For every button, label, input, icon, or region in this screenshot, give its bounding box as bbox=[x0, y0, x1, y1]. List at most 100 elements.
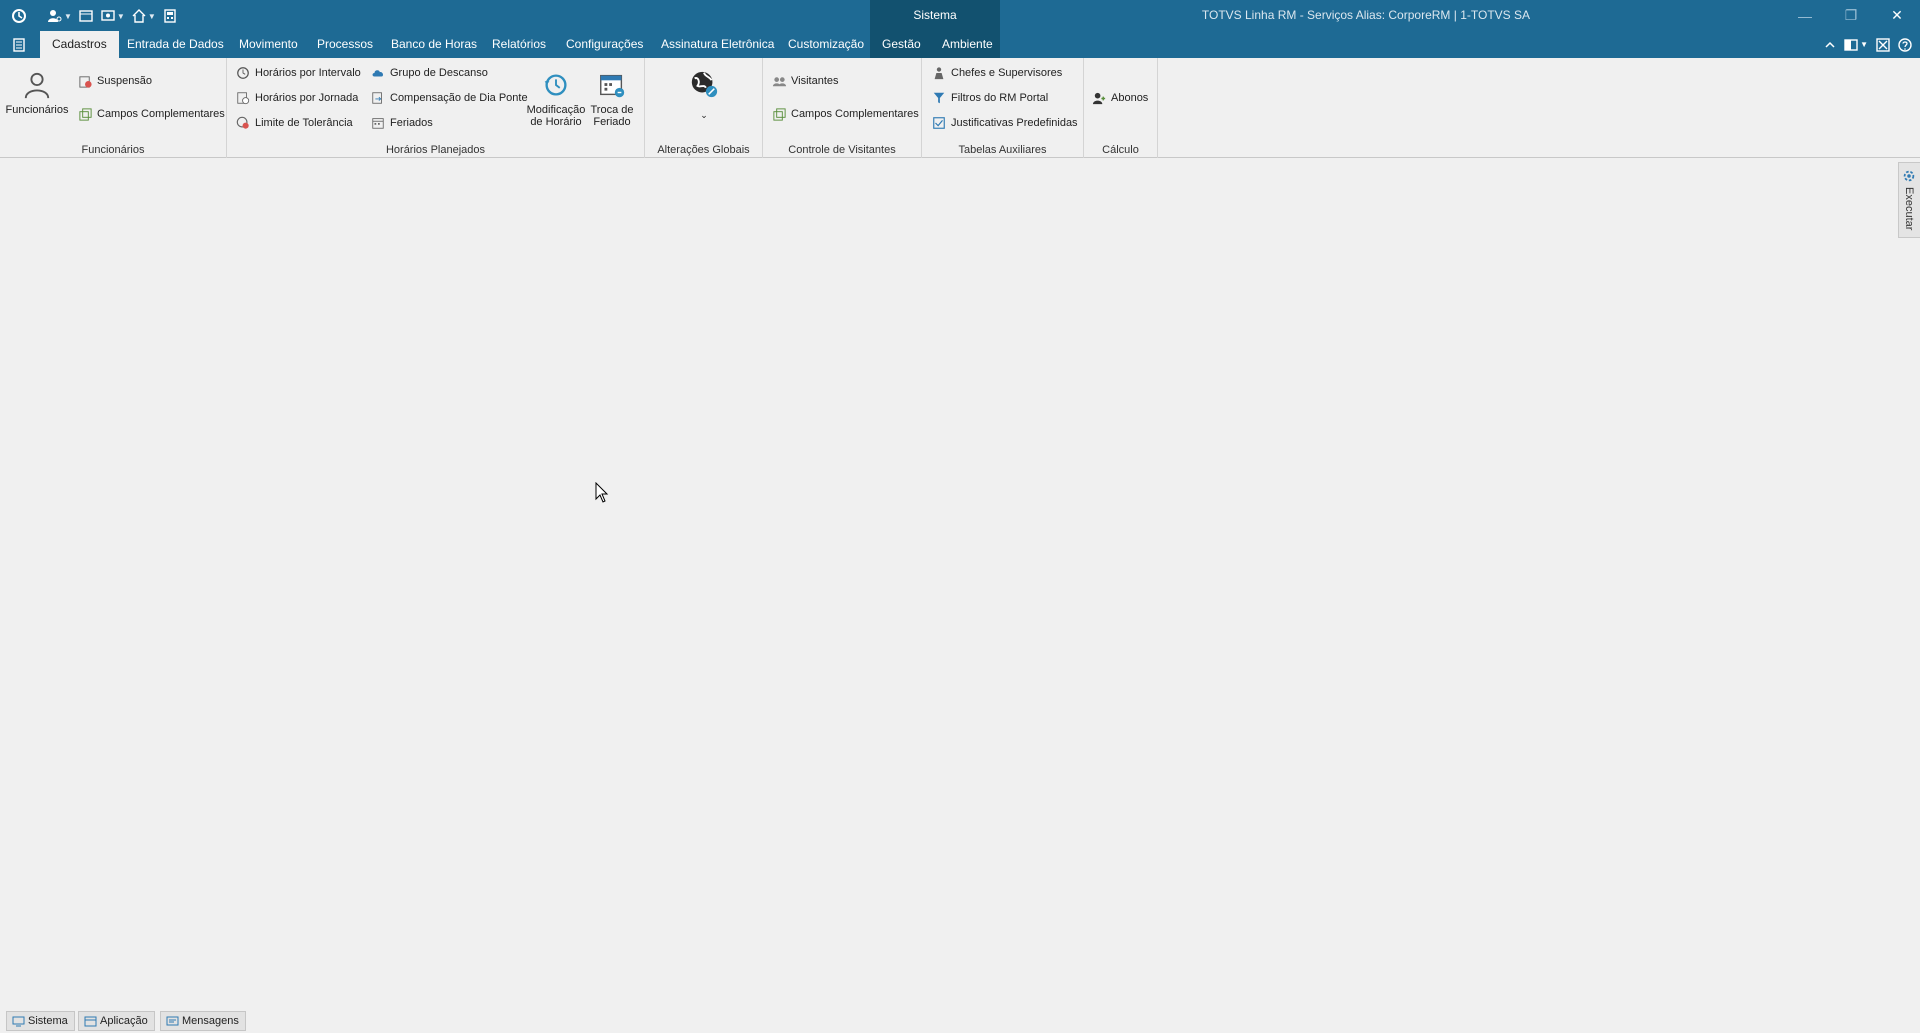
group-label-calculo: Cálculo bbox=[1102, 144, 1139, 156]
limite-de-tolerancia-label: Limite de Tolerância bbox=[255, 117, 353, 129]
quick-access-toolbar: ▼ ▼ ▼ bbox=[8, 5, 181, 27]
calculator-icon bbox=[164, 9, 176, 23]
group-horarios-planejados: Horários por Intervalo Horários por Jorn… bbox=[227, 58, 645, 158]
restore-icon: ❐ bbox=[1844, 7, 1858, 23]
suspensao-button[interactable]: Suspensão bbox=[77, 71, 152, 91]
ribbon-tab-row: Cadastros Entrada de Dados Movimento Pro… bbox=[0, 31, 1920, 58]
close-icon: ✕ bbox=[1891, 7, 1903, 23]
filtros-do-rm-portal-button[interactable]: Filtros do RM Portal bbox=[931, 88, 1048, 108]
tab-banco-de-horas[interactable]: Banco de Horas bbox=[379, 31, 489, 58]
minimize-button[interactable]: — bbox=[1782, 0, 1828, 31]
close-button[interactable]: ✕ bbox=[1874, 0, 1920, 31]
alteracoes-globais-button[interactable]: ⌄ bbox=[685, 68, 723, 121]
file-menu-button[interactable] bbox=[8, 35, 30, 55]
help-button[interactable] bbox=[1898, 37, 1912, 52]
filter-icon bbox=[931, 90, 947, 106]
chevron-down-icon: ⌄ bbox=[700, 110, 708, 120]
tab-customizacao[interactable]: Customização bbox=[776, 31, 876, 58]
minimize-icon: — bbox=[1798, 7, 1812, 24]
window-icon bbox=[79, 10, 93, 22]
monitor-icon bbox=[12, 1016, 25, 1026]
campos-complementares-button[interactable]: Campos Complementares bbox=[77, 104, 225, 124]
context-tab-title: Sistema bbox=[913, 8, 957, 22]
status-tab-mensagens-label: Mensagens bbox=[182, 1015, 239, 1027]
tab-relatorios[interactable]: Relatórios bbox=[480, 31, 558, 58]
collapse-ribbon-button[interactable] bbox=[1824, 39, 1836, 51]
abonos-button[interactable]: Abonos bbox=[1091, 88, 1148, 108]
visitantes-campos-complementares-button[interactable]: Campos Complementares bbox=[771, 104, 919, 124]
group-label-funcionarios: Funcionários bbox=[81, 144, 145, 156]
executar-side-panel[interactable]: Executar bbox=[1898, 162, 1920, 238]
home-button[interactable]: ▼ bbox=[128, 5, 159, 27]
modificacao-de-horario-button[interactable]: Modificação de Horário bbox=[526, 69, 586, 128]
gear-icon bbox=[1903, 170, 1915, 182]
tolerance-icon bbox=[235, 115, 251, 131]
group-funcionarios: Funcionários Suspensão Campos Complement… bbox=[0, 58, 227, 158]
group-label-controle-de-visitantes: Controle de Visitantes bbox=[788, 144, 896, 156]
status-tab-mensagens[interactable]: Mensagens bbox=[160, 1011, 246, 1031]
tab-movimento[interactable]: Movimento bbox=[227, 31, 310, 58]
troca-de-feriado-button[interactable]: Troca de Feriado bbox=[584, 69, 640, 128]
compensation-icon bbox=[370, 90, 386, 106]
feriados-button[interactable]: Feriados bbox=[370, 113, 433, 133]
horarios-por-intervalo-button[interactable]: Horários por Intervalo bbox=[235, 63, 361, 83]
tab-configuracoes[interactable]: Configurações bbox=[554, 31, 655, 58]
layout-button[interactable]: ▼ bbox=[1844, 38, 1868, 52]
tab-ambiente[interactable]: Ambiente bbox=[930, 31, 1005, 58]
message-icon bbox=[166, 1016, 179, 1025]
chevron-up-icon bbox=[1825, 41, 1835, 48]
status-tab-aplicacao[interactable]: Aplicação bbox=[78, 1011, 155, 1031]
group-label-horarios-planejados: Horários Planejados bbox=[385, 144, 486, 156]
group-label-alteracoes-globais: Alterações Globais bbox=[657, 144, 750, 156]
grupo-de-descanso-button[interactable]: Grupo de Descanso bbox=[370, 63, 488, 83]
chefes-e-supervisores-button[interactable]: Chefes e Supervisores bbox=[931, 63, 1062, 83]
funcionarios-button[interactable]: Funcionários bbox=[5, 69, 69, 116]
visitantes-label: Visitantes bbox=[791, 75, 839, 87]
view-button[interactable] bbox=[75, 5, 97, 27]
tab-assinatura-eletronica[interactable]: Assinatura Eletrônica bbox=[649, 31, 786, 58]
layout-icon bbox=[1844, 38, 1858, 51]
chevron-down-icon: ▼ bbox=[147, 11, 156, 21]
ribbon-controls: ▼ bbox=[1824, 31, 1920, 58]
clock-icon bbox=[235, 65, 251, 81]
close-document-button[interactable] bbox=[1876, 37, 1890, 52]
user-context-button[interactable]: ▼ bbox=[44, 5, 75, 27]
visitors-icon bbox=[771, 73, 787, 89]
tab-processos[interactable]: Processos bbox=[305, 31, 385, 58]
tab-gestao[interactable]: Gestão bbox=[870, 31, 933, 58]
calculator-button[interactable] bbox=[159, 5, 181, 27]
limite-de-tolerancia-button[interactable]: Limite de Tolerância bbox=[235, 113, 353, 133]
horarios-por-jornada-button[interactable]: Horários por Jornada bbox=[235, 88, 358, 108]
chevron-down-icon: ▼ bbox=[1860, 40, 1868, 49]
calendar-icon bbox=[370, 115, 386, 131]
group-controle-de-visitantes: Visitantes Campos Complementares Control… bbox=[763, 58, 922, 158]
compensacao-de-dia-ponte-button[interactable]: Compensação de Dia Ponte bbox=[370, 88, 528, 108]
screen-settings-button[interactable]: ▼ bbox=[97, 5, 128, 27]
status-tab-sistema[interactable]: Sistema bbox=[6, 1011, 75, 1031]
fields-icon bbox=[77, 106, 93, 122]
grupo-de-descanso-label: Grupo de Descanso bbox=[390, 67, 488, 79]
restore-button[interactable]: ❐ bbox=[1828, 0, 1874, 31]
group-calculo: Abonos Cálculo bbox=[1084, 58, 1158, 158]
chefes-label: Chefes e Supervisores bbox=[951, 67, 1063, 79]
title-bar: ▼ ▼ ▼ Sistema TOTVS Linha RM - Serviços … bbox=[0, 0, 1920, 31]
menu-icon bbox=[13, 38, 25, 52]
campos-complementares-label: Campos Complementares bbox=[97, 108, 225, 120]
justificativas-predefinidas-button[interactable]: Justificativas Predefinidas bbox=[931, 113, 1078, 133]
globe-edit-icon bbox=[688, 68, 720, 100]
justificativas-label: Justificativas Predefinidas bbox=[951, 117, 1078, 129]
schedule-icon bbox=[235, 90, 251, 106]
abonos-label: Abonos bbox=[1111, 92, 1149, 104]
visitantes-button[interactable]: Visitantes bbox=[771, 71, 839, 91]
status-tab-aplicacao-label: Aplicação bbox=[100, 1015, 148, 1027]
person-icon bbox=[21, 69, 53, 101]
cloud-icon bbox=[370, 65, 386, 81]
troca-line1: Troca de bbox=[590, 104, 634, 116]
status-bar: Sistema Aplicação Mensagens bbox=[0, 1009, 1920, 1033]
tab-entrada-de-dados[interactable]: Entrada de Dados bbox=[115, 31, 236, 58]
close-window-icon bbox=[1876, 37, 1890, 52]
funcionarios-label: Funcionários bbox=[5, 104, 69, 116]
group-alteracoes-globais: ⌄ Alterações Globais bbox=[645, 58, 763, 158]
app-menu-button[interactable] bbox=[8, 5, 30, 27]
tab-cadastros[interactable]: Cadastros bbox=[40, 31, 119, 58]
